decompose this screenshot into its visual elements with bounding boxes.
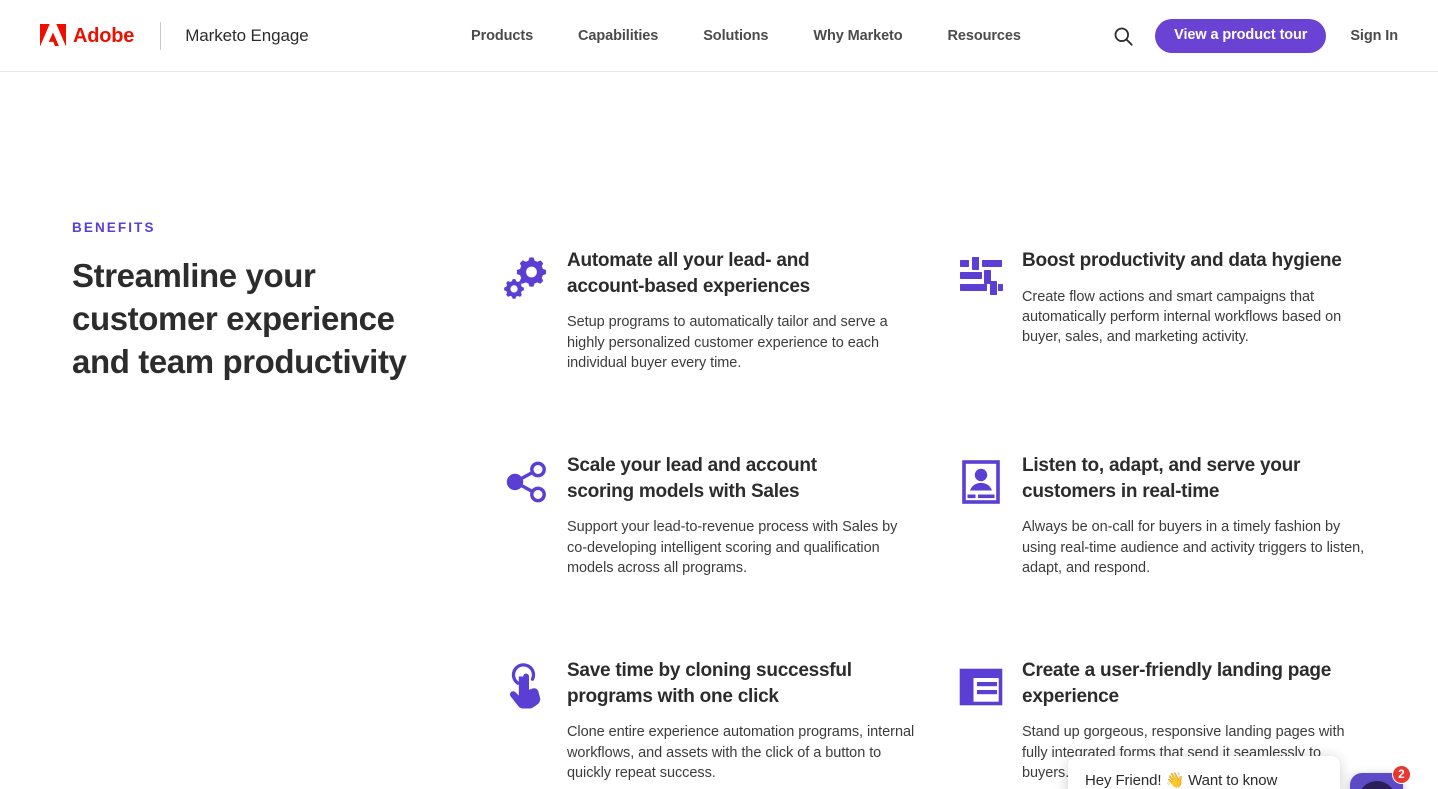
tap-hand-icon <box>502 663 550 711</box>
section-intro: BENEFITS Streamline your customer experi… <box>72 220 452 384</box>
product-name-link[interactable]: Marketo Engage <box>185 26 308 46</box>
brand-lockup: Adobe Marketo Engage <box>40 21 309 50</box>
benefits-section: BENEFITS Streamline your customer experi… <box>0 72 1438 789</box>
section-eyebrow: BENEFITS <box>72 220 156 235</box>
header-actions: View a product tour Sign In <box>1110 0 1398 72</box>
view-product-tour-button[interactable]: View a product tour <box>1155 18 1327 54</box>
benefit-title: Automate all your lead- and account-base… <box>567 250 810 297</box>
chat-unread-badge: 2 <box>1392 765 1411 784</box>
benefit-title: Boost productivity and data hygiene <box>1022 250 1342 271</box>
brand-divider <box>160 21 162 50</box>
benefit-title: Listen to, adapt, and serve your custome… <box>1022 455 1301 502</box>
share-nodes-icon <box>502 458 550 506</box>
benefit-card-automate: Automate all your lead- and account-base… <box>502 248 957 453</box>
benefit-description: Create flow actions and smart campaigns … <box>1022 288 1342 346</box>
benefit-card-realtime: Listen to, adapt, and serve your custome… <box>957 453 1372 658</box>
benefit-description: Clone entire experience automation progr… <box>567 724 915 781</box>
benefit-description: Setup programs to automatically tailor a… <box>567 314 888 371</box>
benefit-description: Support your lead-to-revenue process wit… <box>567 519 898 576</box>
sign-in-link[interactable]: Sign In <box>1350 28 1398 44</box>
page-layout-icon <box>957 663 1005 711</box>
adobe-logo-link[interactable]: Adobe <box>40 23 135 48</box>
benefit-title: Scale your lead and account scoring mode… <box>567 455 817 502</box>
benefit-description: Always be on-call for buyers in a timely… <box>1022 519 1365 576</box>
nav-item-solutions[interactable]: Solutions <box>703 28 768 44</box>
benefits-grid: Automate all your lead- and account-base… <box>502 248 1372 789</box>
benefit-card-scoring: Scale your lead and account scoring mode… <box>502 453 957 658</box>
benefit-title: Create a user-friendly landing page expe… <box>1022 660 1332 707</box>
benefit-title: Save time by cloning successful programs… <box>567 660 852 707</box>
adobe-logo-icon <box>40 23 66 48</box>
chat-greeting-bubble[interactable]: Hey Friend! 👋 Want to know something coo… <box>1068 756 1340 789</box>
drift-chat-icon <box>1357 780 1396 789</box>
chat-launcher-button[interactable]: 2 <box>1350 765 1411 789</box>
gears-icon <box>502 253 550 301</box>
workflow-bars-icon <box>957 253 1005 301</box>
benefit-card-cloning: Save time by cloning successful programs… <box>502 658 957 789</box>
page-title: Streamline your customer experience and … <box>72 257 407 380</box>
nav-item-why-marketo[interactable]: Why Marketo <box>813 28 902 44</box>
chat-greeting-text: Hey Friend! 👋 Want to know something coo… <box>1085 772 1278 789</box>
person-profile-icon <box>957 458 1005 506</box>
nav-item-capabilities[interactable]: Capabilities <box>578 28 658 44</box>
benefit-card-productivity: Boost productivity and data hygiene Crea… <box>957 248 1372 453</box>
nav-item-products[interactable]: Products <box>471 28 533 44</box>
search-icon[interactable] <box>1110 23 1136 49</box>
adobe-wordmark: Adobe <box>73 24 135 47</box>
main-navigation: Products Capabilities Solutions Why Mark… <box>471 0 1021 72</box>
site-header: Adobe Marketo Engage Products Capabiliti… <box>0 0 1438 72</box>
nav-item-resources[interactable]: Resources <box>948 28 1021 44</box>
